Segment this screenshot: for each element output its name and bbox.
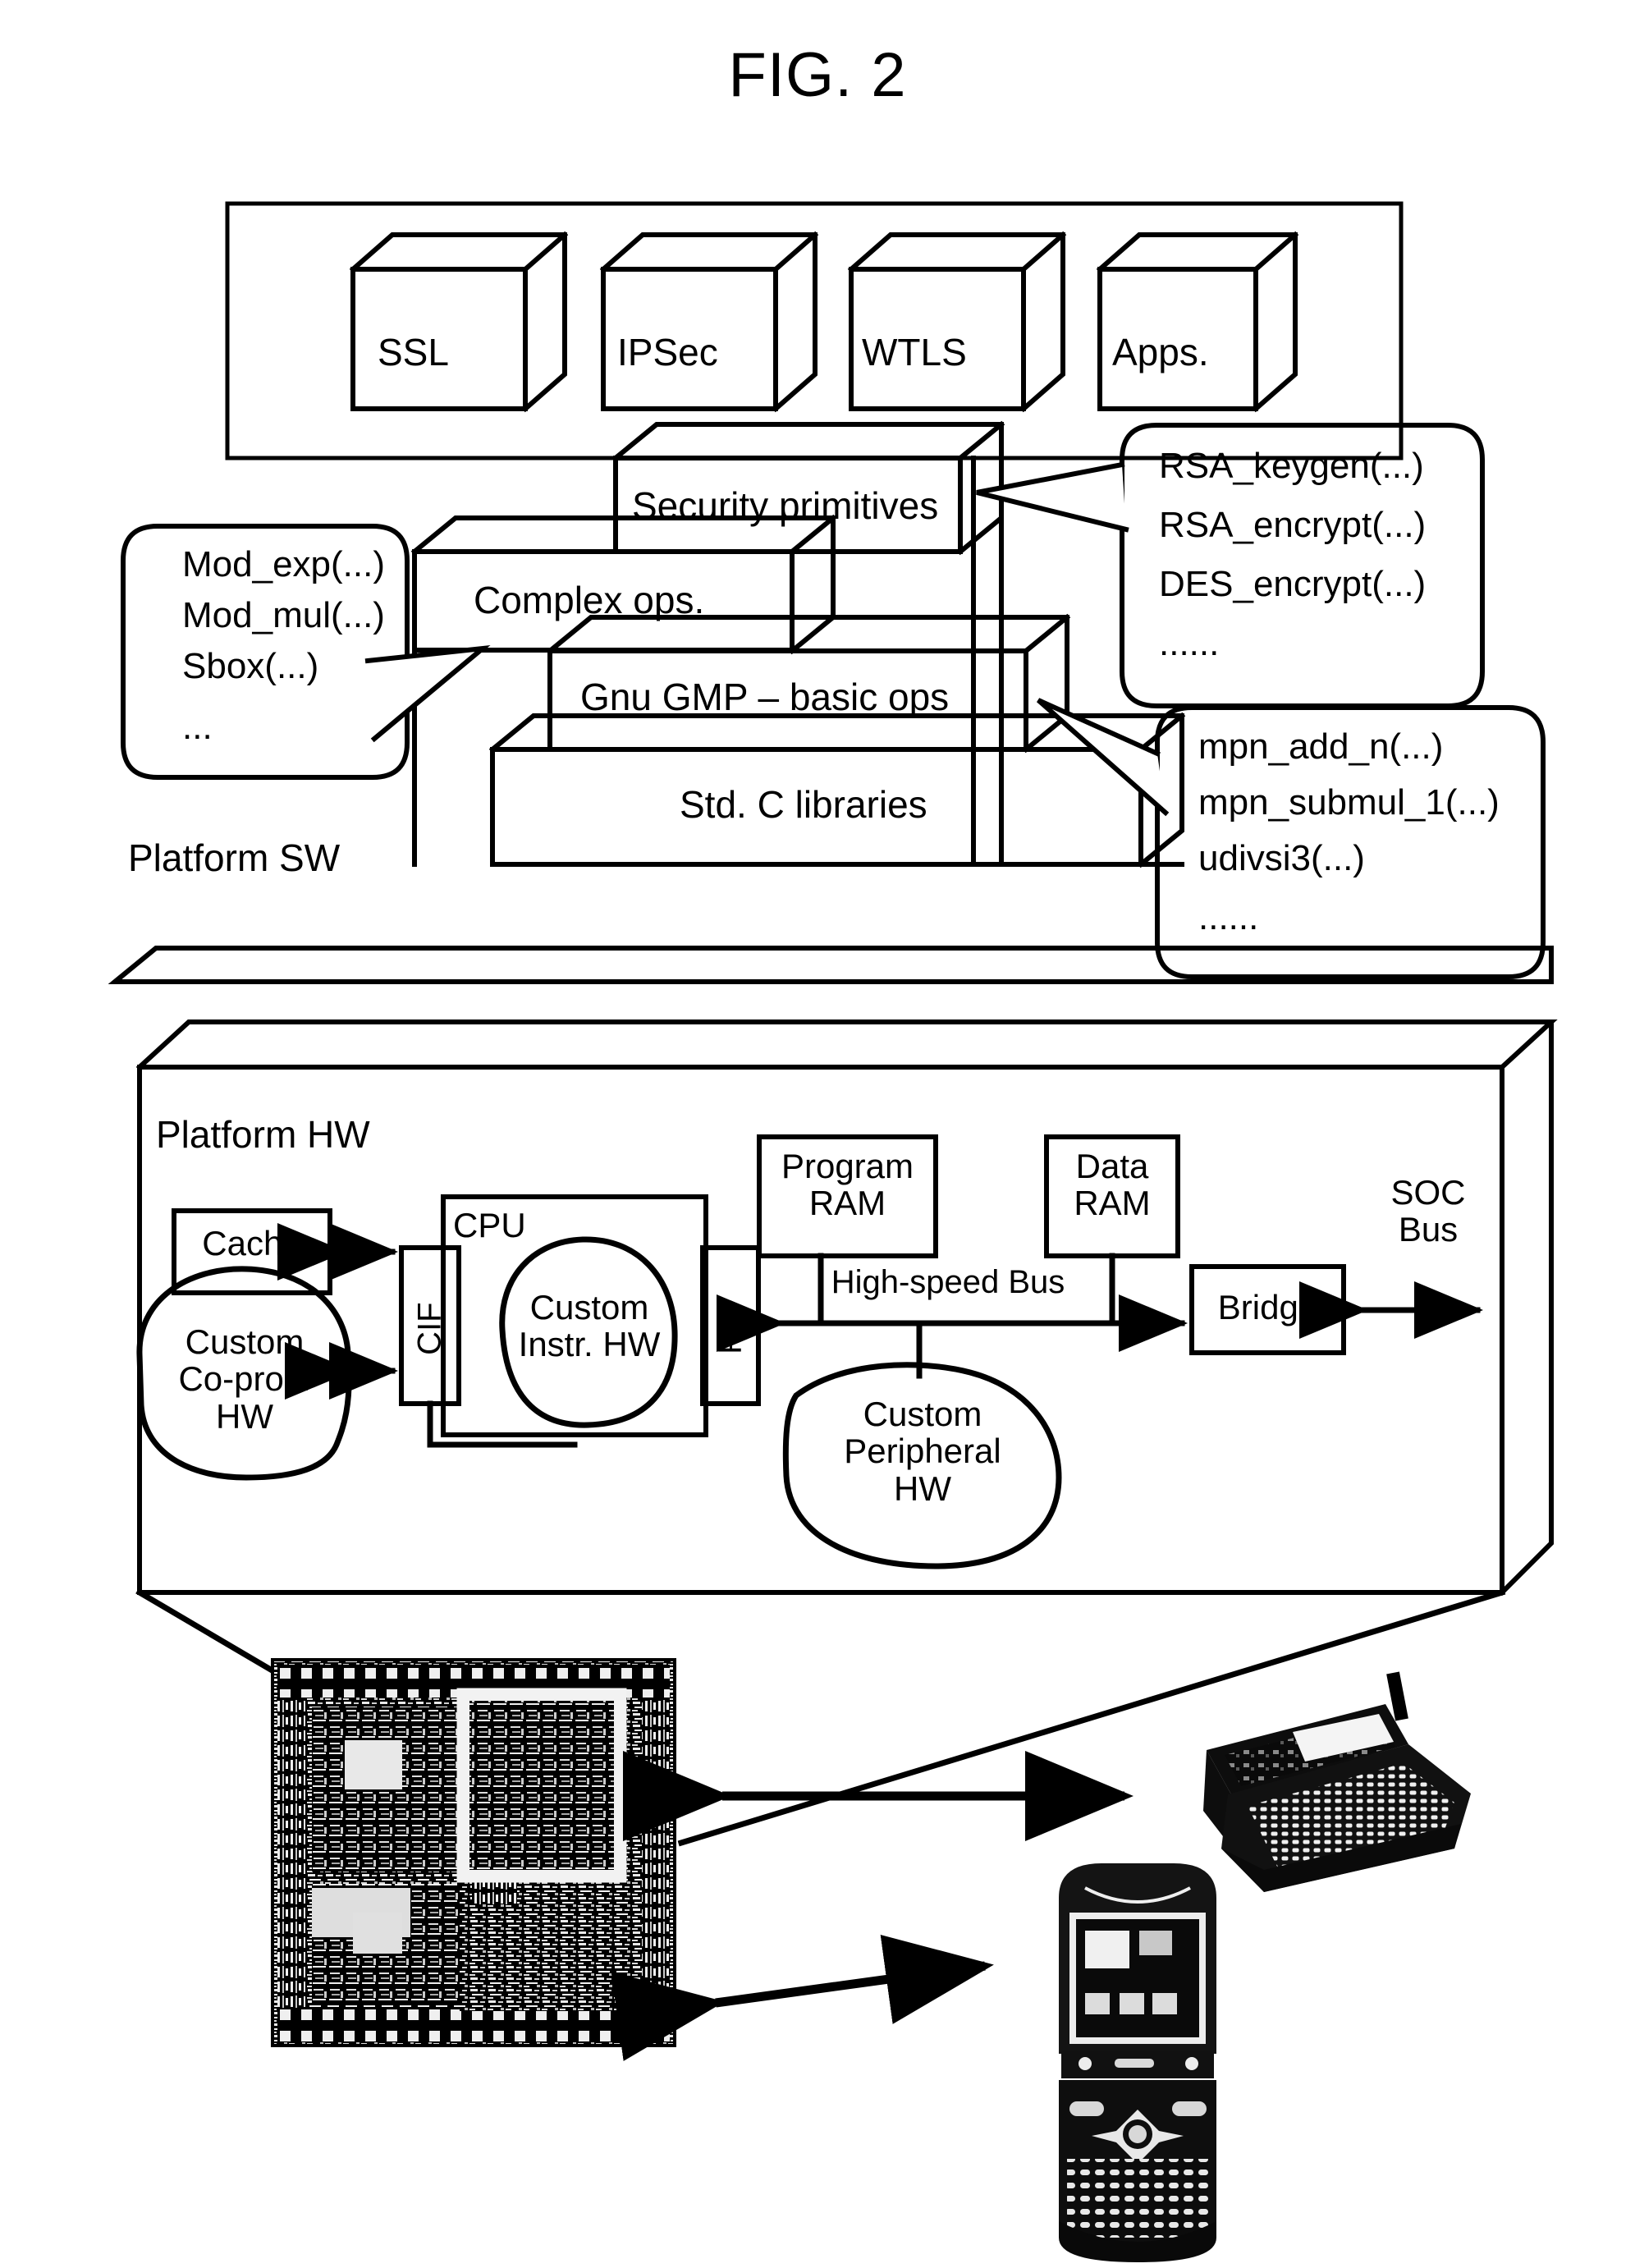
callout-gnu-gmp-line-1: mpn_add_n(...)	[1198, 726, 1444, 767]
hw-label-custom-coproc: Custom Co-proc. HW	[178, 1322, 311, 1436]
hw-label-custom-instr-hw: Custom Instr. HW	[518, 1288, 661, 1364]
layer-label-complex-ops: Complex ops.	[474, 579, 705, 621]
callout-complex-ops-line-3: Sbox(...)	[182, 646, 319, 686]
layer-label-security-primitives: Security primitives	[632, 484, 939, 527]
callout-complex-ops-line-1: Mod_exp(...)	[182, 544, 385, 584]
app-cube-label-ssl: SSL	[378, 331, 449, 373]
callout-complex-ops-line-2: Mod_mul(...)	[182, 595, 385, 635]
callout-gnu-gmp-line-2: mpn_submul_1(...)	[1198, 782, 1500, 822]
hw-label-pif: PIF	[712, 1303, 749, 1354]
flip-phone-photo	[1059, 1863, 1216, 2262]
app-cube-ipsec	[599, 231, 819, 413]
hw-label-cif: CIF	[411, 1302, 448, 1355]
hw-label-cache: Cache	[202, 1224, 302, 1262]
figure-canvas: FIG. 2 SSL IPSec WTLS Apps. Security pri…	[0, 0, 1635, 2268]
layer-label-std-c-libraries: Std. C libraries	[680, 783, 927, 826]
app-cube-label-ipsec: IPSec	[617, 331, 718, 373]
hw-label-soc-bus: SOC Bus	[1390, 1173, 1466, 1249]
hw-label-bridge: Bridge	[1217, 1288, 1318, 1326]
hw-label-custom-peripheral: Custom Peripheral HW	[844, 1395, 1001, 1508]
platform-hw-label: Platform HW	[156, 1113, 370, 1156]
callout-security-primitives-line-1: RSA_keygen(...)	[1159, 446, 1424, 486]
app-cube-ssl	[349, 231, 569, 413]
hw-label-high-speed-bus: High-speed Bus	[831, 1264, 1065, 1300]
platform-sw-label: Platform SW	[128, 836, 341, 879]
hw-label-data-ram: Data RAM	[1074, 1147, 1151, 1223]
app-cube-label-wtls: WTLS	[862, 331, 967, 373]
chip-die-photo	[271, 1658, 676, 2047]
layer-label-gnu-gmp: Gnu GMP – basic ops	[580, 676, 950, 718]
handheld-pda-photo	[1203, 1671, 1471, 1892]
callout-security-primitives-line-2: RSA_encrypt(...)	[1159, 505, 1427, 545]
callout-complex-ops-line-4: ...	[182, 707, 213, 747]
hw-label-cpu: CPU	[453, 1206, 526, 1244]
app-cube-label-apps: Apps.	[1112, 331, 1209, 373]
callout-security-primitives-line-4: ......	[1159, 623, 1220, 663]
app-cube-apps	[1096, 231, 1299, 413]
hw-label-program-ram: Program RAM	[781, 1147, 914, 1223]
callout-gnu-gmp-line-3: udivsi3(...)	[1198, 838, 1365, 878]
callout-gnu-gmp-line-4: ......	[1198, 897, 1259, 937]
app-cube-wtls	[847, 231, 1067, 413]
callout-security-primitives-line-3: DES_encrypt(...)	[1159, 564, 1427, 604]
